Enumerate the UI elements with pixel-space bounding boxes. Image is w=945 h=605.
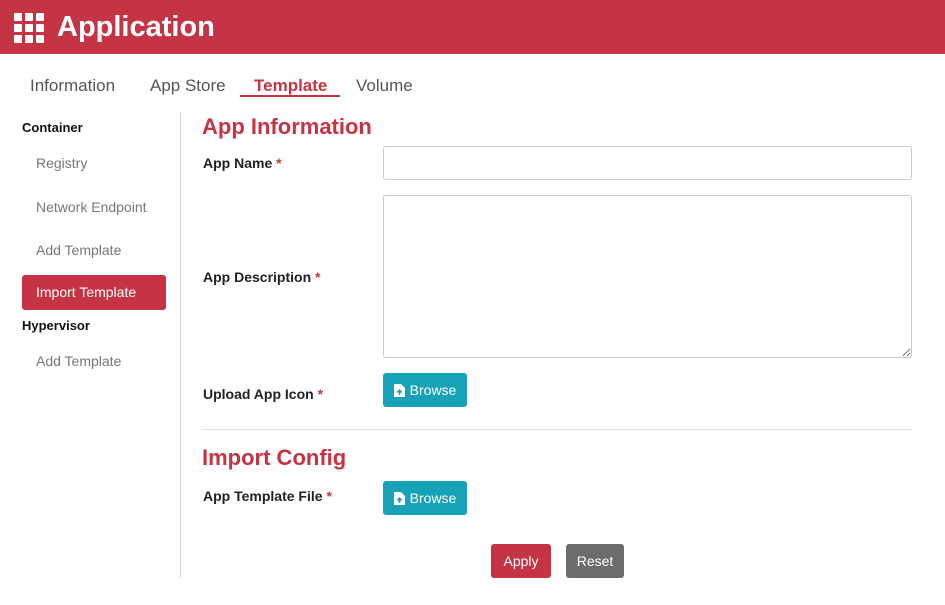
apply-button[interactable]: Apply — [491, 544, 551, 578]
sidebar-heading-hypervisor: Hypervisor — [22, 318, 90, 333]
sidebar-item-network-endpoint[interactable]: Network Endpoint — [22, 190, 166, 225]
sidebar-item-import-template[interactable]: Import Template — [22, 275, 166, 310]
app-title: Application — [57, 11, 215, 43]
upload-app-icon-label: Upload App Icon * — [203, 386, 324, 402]
app-name-input[interactable] — [383, 146, 912, 180]
sidebar: Container Registry Network Endpoint Add … — [0, 112, 181, 578]
sidebar-item-registry[interactable]: Registry — [22, 146, 166, 181]
app-name-label: App Name * — [203, 155, 282, 171]
main-tabs: Information App Store Template Volume — [0, 54, 945, 100]
section-divider — [202, 429, 912, 430]
file-upload-icon — [393, 383, 405, 397]
sidebar-heading-container: Container — [22, 120, 83, 135]
required-mark: * — [317, 386, 324, 402]
tab-information[interactable]: Information — [30, 76, 115, 96]
file-upload-icon — [393, 491, 405, 505]
grid-icon[interactable] — [14, 13, 44, 43]
app-header: Application — [0, 0, 945, 54]
required-mark: * — [315, 269, 321, 285]
import-config-title: Import Config — [202, 445, 347, 470]
tab-template[interactable]: Template — [254, 76, 327, 96]
app-template-file-label: App Template File * — [203, 488, 332, 504]
tab-volume[interactable]: Volume — [356, 76, 413, 96]
sidebar-item-add-template[interactable]: Add Template — [22, 233, 166, 268]
app-description-label: App Description * — [203, 269, 321, 285]
app-template-file-browse-button[interactable]: Browse — [383, 481, 467, 515]
tab-app-store[interactable]: App Store — [150, 76, 226, 96]
required-mark: * — [326, 488, 332, 504]
reset-button[interactable]: Reset — [566, 544, 624, 578]
required-mark: * — [276, 155, 282, 171]
active-tab-indicator — [240, 95, 340, 97]
app-information-title: App Information — [202, 114, 372, 139]
sidebar-item-hypervisor-add-template[interactable]: Add Template — [22, 344, 166, 379]
app-description-textarea[interactable] — [383, 195, 912, 358]
upload-app-icon-browse-button[interactable]: Browse — [383, 373, 467, 407]
